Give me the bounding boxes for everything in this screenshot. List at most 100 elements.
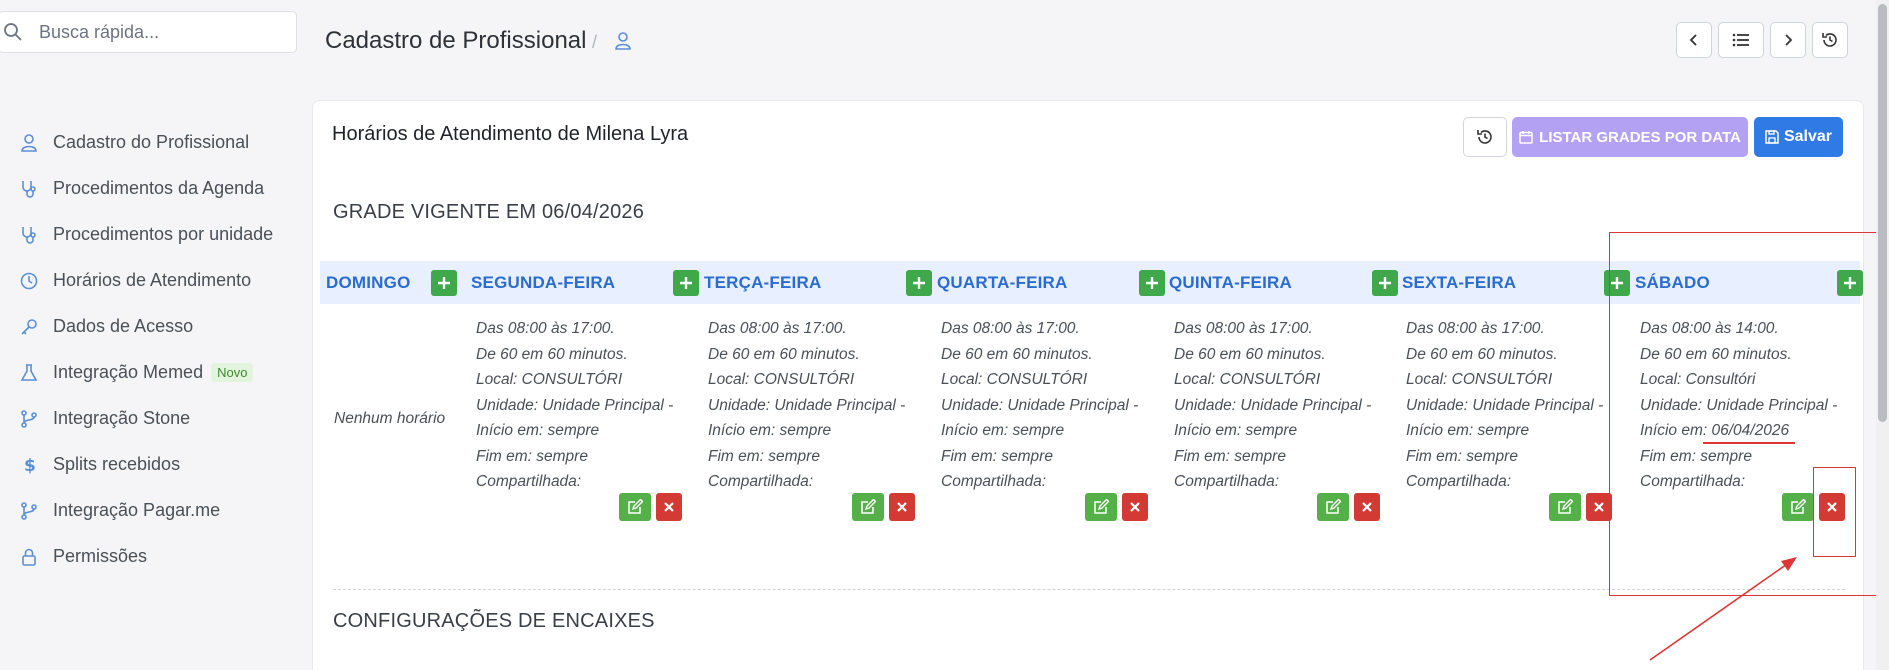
sidebar-item-label: Cadastro do Profissional <box>53 131 250 152</box>
schedule-inicio: Início em: sempre <box>1406 422 1530 439</box>
schedule-inicio: Início em: sempre <box>708 422 832 439</box>
dollar-icon: $ <box>18 454 40 476</box>
add-schedule-button[interactable] <box>1139 270 1165 296</box>
schedule-fim: Fim em: sempre <box>708 447 820 465</box>
next-button[interactable] <box>1770 22 1806 58</box>
list-view-button[interactable] <box>1718 22 1764 58</box>
history-icon <box>1822 33 1837 47</box>
sidebar-item-splits[interactable]: $ Splits recebidos <box>0 444 300 484</box>
schedule-fim: Fim em: sempre <box>476 447 588 465</box>
encaixes-title: CONFIGURAÇÕES DE ENCAIXES <box>333 610 655 632</box>
list-grades-label: LISTAR GRADES POR DATA <box>1539 128 1741 146</box>
branch-icon <box>18 408 40 430</box>
sidebar-item-label: Integração Memed Novo <box>53 362 254 383</box>
schedule-compartilhada: Compartilhada: <box>1406 473 1512 490</box>
sidebar-item-cadastro[interactable]: Cadastro do Profissional <box>0 122 300 162</box>
edit-icon <box>628 499 643 514</box>
card-title: Horários de Atendimento de Milena Lyra <box>332 123 689 145</box>
day-header-segunda: SEGUNDA-FEIRA <box>471 272 616 292</box>
plus-icon <box>1379 277 1391 289</box>
schedule-actions <box>852 493 915 521</box>
schedule-block-terca: Das 08:00 às 17:00. De 60 em 60 minutos.… <box>708 316 905 495</box>
chevron-right-icon <box>1785 34 1793 46</box>
delete-button[interactable] <box>889 493 915 521</box>
edit-icon <box>861 499 876 514</box>
user-doctor-icon[interactable] <box>614 31 632 56</box>
key-icon <box>18 316 40 338</box>
delete-button[interactable] <box>656 493 682 521</box>
schedule-interval: De 60 em 60 minutos. <box>941 345 1093 363</box>
search-box[interactable] <box>0 11 297 53</box>
stethoscope-icon <box>18 224 40 246</box>
schedule-unidade: Unidade: Unidade Principal - <box>476 396 674 414</box>
schedule-block-quinta: Das 08:00 às 17:00. De 60 em 60 minutos.… <box>1174 316 1371 495</box>
delete-button[interactable] <box>1354 493 1380 521</box>
sidebar-item-label: Dados de Acesso <box>53 315 194 336</box>
edit-icon <box>1094 499 1109 514</box>
sidebar-item-procedimentos-agenda[interactable]: Procedimentos da Agenda <box>0 168 300 208</box>
list-grades-by-date-button[interactable]: LISTAR GRADES POR DATA <box>1512 117 1748 157</box>
close-icon <box>1594 502 1604 512</box>
scrollbar[interactable] <box>1876 0 1889 670</box>
schedule-hours: Das 08:00 às 17:00. <box>1406 320 1545 337</box>
sidebar-item-horarios[interactable]: Horários de Atendimento <box>0 260 300 300</box>
edit-button[interactable] <box>1317 493 1349 521</box>
sidebar-item-memed[interactable]: Integração Memed Novo <box>0 352 300 392</box>
svg-text:$: $ <box>24 456 36 475</box>
sidebar-item-stone[interactable]: Integração Stone <box>0 398 300 438</box>
schedule-fim: Fim em: sempre <box>1174 447 1286 465</box>
header-nav-buttons <box>1676 22 1848 58</box>
add-schedule-button[interactable] <box>431 270 457 296</box>
schedule-unidade: Unidade: Unidade Principal - <box>1406 396 1604 414</box>
sidebar-item-procedimentos-unidade[interactable]: Procedimentos por unidade <box>0 214 300 254</box>
schedule-unidade: Unidade: Unidade Principal - <box>1174 396 1372 414</box>
save-label: Salvar <box>1783 128 1833 145</box>
schedule-local: Local: CONSULTÓRI <box>941 371 1088 388</box>
delete-button[interactable] <box>1122 493 1148 521</box>
search-icon <box>4 23 22 41</box>
history-button[interactable] <box>1463 117 1507 157</box>
annotation-underline <box>1703 442 1795 444</box>
schedule-interval: De 60 em 60 minutos. <box>476 345 628 363</box>
search-input[interactable] <box>39 21 279 43</box>
schedule-unidade: Unidade: Unidade Principal - <box>941 396 1139 414</box>
schedule-block-quarta: Das 08:00 às 17:00. De 60 em 60 minutos.… <box>941 316 1138 495</box>
schedule-interval: De 60 em 60 minutos. <box>1174 345 1326 363</box>
sidebar-item-label: Procedimentos por unidade <box>53 223 274 244</box>
plus-icon <box>438 277 450 289</box>
close-icon <box>897 502 907 512</box>
schedule-actions <box>1085 493 1148 521</box>
previous-button[interactable] <box>1676 22 1712 58</box>
schedule-actions <box>1317 493 1380 521</box>
add-schedule-button[interactable] <box>906 270 932 296</box>
schedule-local: Local: CONSULTÓRI <box>1406 371 1553 388</box>
sidebar-item-pagarme[interactable]: Integração Pagar.me <box>0 490 300 530</box>
sidebar-item-permissoes[interactable]: Permissões <box>0 536 300 576</box>
edit-button[interactable] <box>1549 493 1581 521</box>
close-icon <box>1130 502 1140 512</box>
annotation-highlight-box <box>1813 467 1856 557</box>
schedule-inicio: Início em: sempre <box>941 422 1065 439</box>
close-icon <box>664 502 674 512</box>
save-button[interactable]: Salvar <box>1754 117 1843 157</box>
lock-icon <box>18 546 40 568</box>
grade-title: GRADE VIGENTE EM 06/04/2026 <box>333 201 645 223</box>
day-header-sexta: SEXTA-FEIRA <box>1402 272 1517 292</box>
schedule-inicio: Início em: sempre <box>1174 422 1298 439</box>
edit-button[interactable] <box>619 493 651 521</box>
sidebar-item-dados-acesso[interactable]: Dados de Acesso <box>0 306 300 346</box>
user-doctor-icon <box>18 132 40 154</box>
edit-button[interactable] <box>852 493 884 521</box>
schedule-compartilhada: Compartilhada: <box>708 473 814 490</box>
sidebar-item-label: Permissões <box>53 545 148 566</box>
plus-icon <box>680 277 692 289</box>
schedule-hours: Das 08:00 às 17:00. <box>476 320 615 337</box>
history-button[interactable] <box>1812 22 1848 58</box>
edit-button[interactable] <box>1085 493 1117 521</box>
schedule-inicio: Início em: sempre <box>476 422 600 439</box>
schedule-fim: Fim em: sempre <box>1406 447 1518 465</box>
scrollbar-thumb[interactable] <box>1878 4 1887 422</box>
save-icon <box>1765 130 1779 144</box>
add-schedule-button[interactable] <box>1372 270 1398 296</box>
add-schedule-button[interactable] <box>673 270 699 296</box>
